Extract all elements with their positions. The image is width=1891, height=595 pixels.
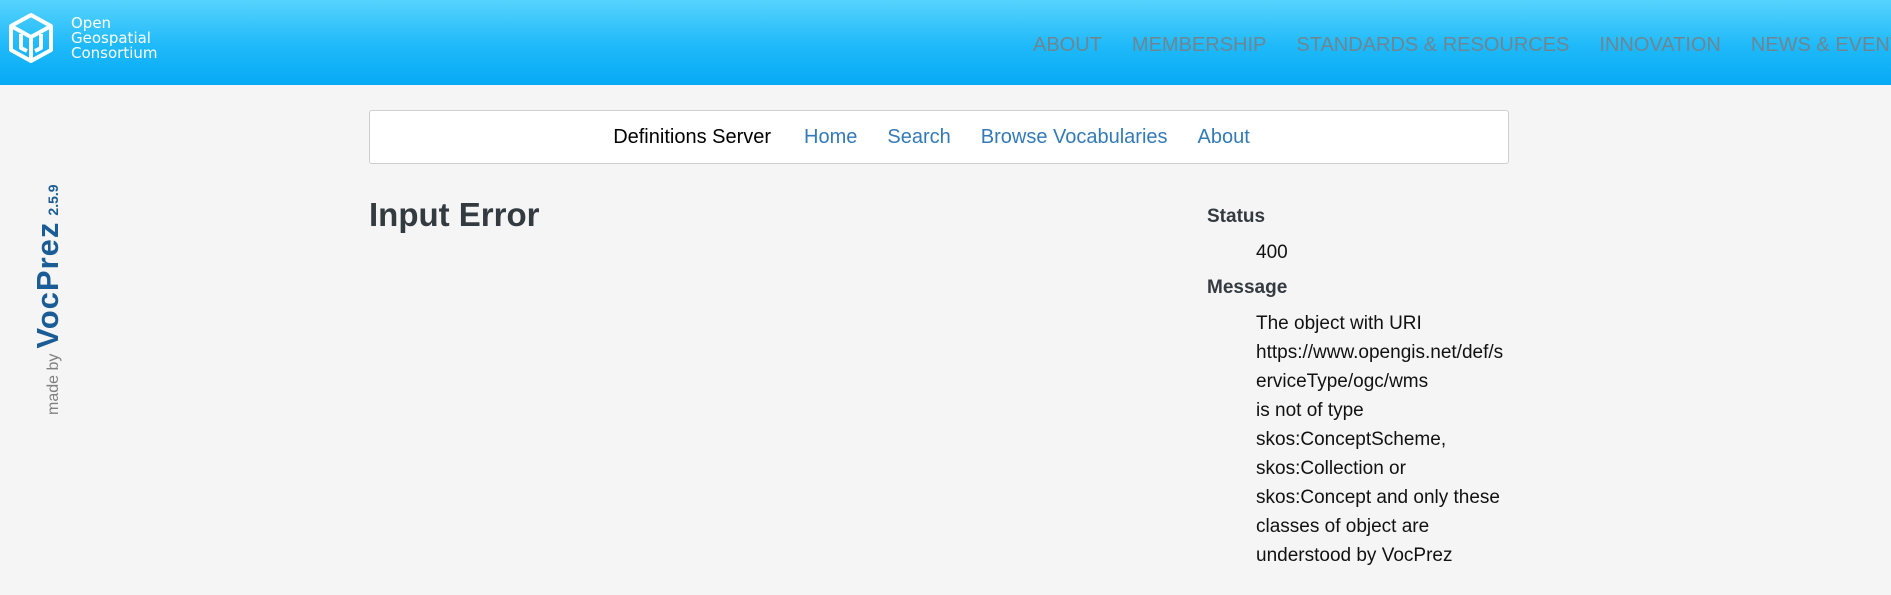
nav-item-news-events[interactable]: NEWS & EVENTS	[1751, 34, 1891, 57]
subnav-home[interactable]: Home	[804, 126, 857, 149]
definitions-server-brand[interactable]: Definitions Server	[613, 126, 771, 149]
main-nav: ABOUT MEMBERSHIP STANDARDS & RESOURCES I…	[1033, 34, 1891, 57]
ogc-logo-icon[interactable]	[8, 12, 54, 64]
nav-item-membership[interactable]: MEMBERSHIP	[1132, 34, 1266, 57]
message-line: skos:Collection or	[1256, 458, 1406, 479]
error-details: Status 400 Message The object with URI h…	[1207, 205, 1507, 579]
message-line: skos:ConceptScheme,	[1256, 429, 1447, 450]
vocprez-logo-text: VocPrez	[30, 221, 65, 349]
message-value: The object with URI https://www.opengis.…	[1256, 309, 1511, 570]
nav-item-standards-resources[interactable]: STANDARDS & RESOURCES	[1296, 34, 1569, 57]
message-line: classes of object are	[1256, 516, 1430, 537]
logo-line: Consortium	[71, 44, 158, 62]
site-header: Open Geospatial Consortium ABOUT MEMBERS…	[0, 0, 1891, 85]
version-label: 2.5.9	[45, 184, 61, 216]
page-title: Input Error	[369, 196, 540, 233]
subnav-about[interactable]: About	[1198, 126, 1250, 149]
message-line: The object with URI	[1256, 313, 1422, 334]
message-label: Message	[1207, 277, 1288, 298]
status-value: 400	[1256, 242, 1288, 263]
subnav-search[interactable]: Search	[887, 126, 950, 149]
status-label: Status	[1207, 206, 1266, 227]
ogc-logo-text[interactable]: Open Geospatial Consortium	[71, 16, 157, 61]
message-line: understood by VocPrez	[1256, 545, 1453, 566]
nav-item-innovation[interactable]: INNOVATION	[1599, 34, 1720, 57]
definitions-nav: Definitions Server Home Search Browse Vo…	[369, 110, 1509, 164]
message-line: https://www.opengis.net/def/serviceType/…	[1256, 342, 1504, 392]
vocprez-brand[interactable]: made by VocPrez 2.5.9	[30, 184, 66, 415]
nav-item-about[interactable]: ABOUT	[1033, 34, 1102, 57]
made-by-label: made by	[45, 353, 62, 415]
message-line: is not of type	[1256, 400, 1364, 421]
message-line: skos:Concept and only these	[1256, 487, 1500, 508]
subnav-browse-vocabularies[interactable]: Browse Vocabularies	[981, 126, 1168, 149]
